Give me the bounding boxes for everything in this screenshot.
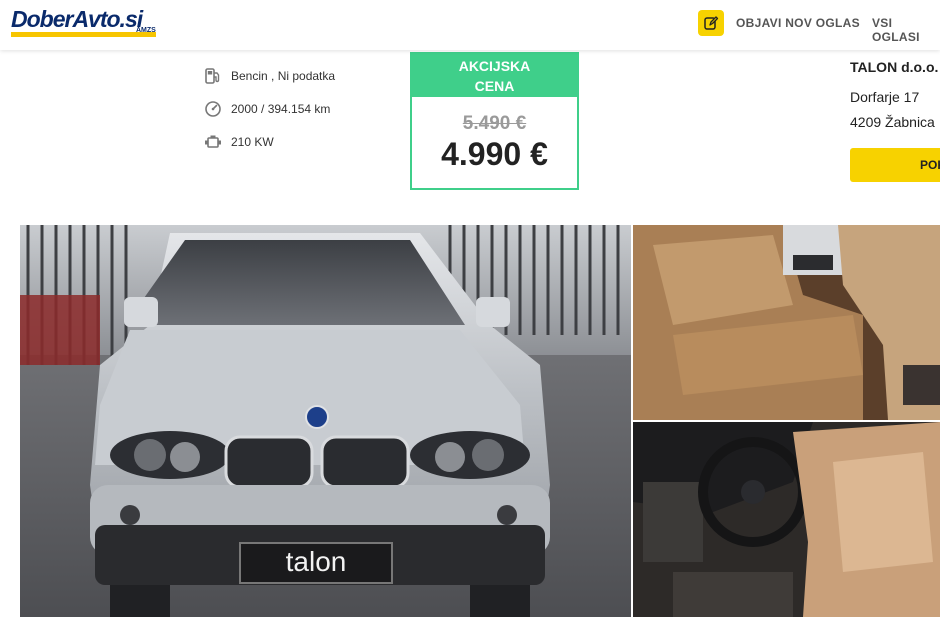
logo-underline xyxy=(11,32,156,37)
edit-icon[interactable] xyxy=(698,10,724,36)
speedometer-icon xyxy=(205,101,221,117)
sale-price-badge: AKCIJSKA CENA xyxy=(412,54,577,97)
seller-street: Dorfarje 17 xyxy=(850,89,920,105)
spec-power: 210 KW xyxy=(204,133,274,151)
current-price: 4.990 € xyxy=(441,136,548,172)
spec-year-km-text: 2000 / 394.154 km xyxy=(231,102,331,116)
listing-page: DoberAvto.si AMZS OBJAVI NOV OGLAS VSI O… xyxy=(0,0,940,617)
edit-icon-glyph xyxy=(704,16,719,30)
nav-all-ads[interactable]: VSI OGLASI xyxy=(872,16,940,44)
site-header: DoberAvto.si AMZS OBJAVI NOV OGLAS VSI O… xyxy=(0,0,940,50)
sale-price-badge-text: AKCIJSKA CENA xyxy=(458,58,531,94)
spec-year-km: 2000 / 394.154 km xyxy=(204,100,330,118)
seller-name[interactable]: TALON d.o.o. xyxy=(850,59,938,75)
spec-fuel-text: Bencin , Ni podatka xyxy=(231,69,336,83)
engine-icon xyxy=(205,135,221,148)
site-logo[interactable]: DoberAvto.si AMZS xyxy=(11,6,161,40)
dashboard-photo[interactable] xyxy=(633,422,940,617)
rear-seat-photo[interactable] xyxy=(633,225,940,420)
rear-seat-image xyxy=(633,225,940,420)
spec-power-text: 210 KW xyxy=(231,135,274,149)
nav-post-ad[interactable]: OBJAVI NOV OGLAS xyxy=(736,16,860,30)
logo-text: DoberAvto.si xyxy=(11,6,143,32)
call-seller-button[interactable]: POKLIČI xyxy=(850,148,940,182)
price-box: AKCIJSKA CENA 5.490 € 4.990 € xyxy=(410,52,579,190)
plate-text: talon xyxy=(286,546,347,577)
logo-sub: AMZS xyxy=(136,27,156,34)
old-price: 5.490 € xyxy=(462,113,527,134)
spec-fuel: Bencin , Ni podatka xyxy=(204,67,335,85)
dashboard-image xyxy=(633,422,940,617)
seller-city: 4209 Žabnica xyxy=(850,114,935,130)
car-front-image: talon xyxy=(20,225,631,617)
main-car-photo[interactable]: talon xyxy=(20,225,631,617)
fuel-pump-icon xyxy=(205,68,220,84)
